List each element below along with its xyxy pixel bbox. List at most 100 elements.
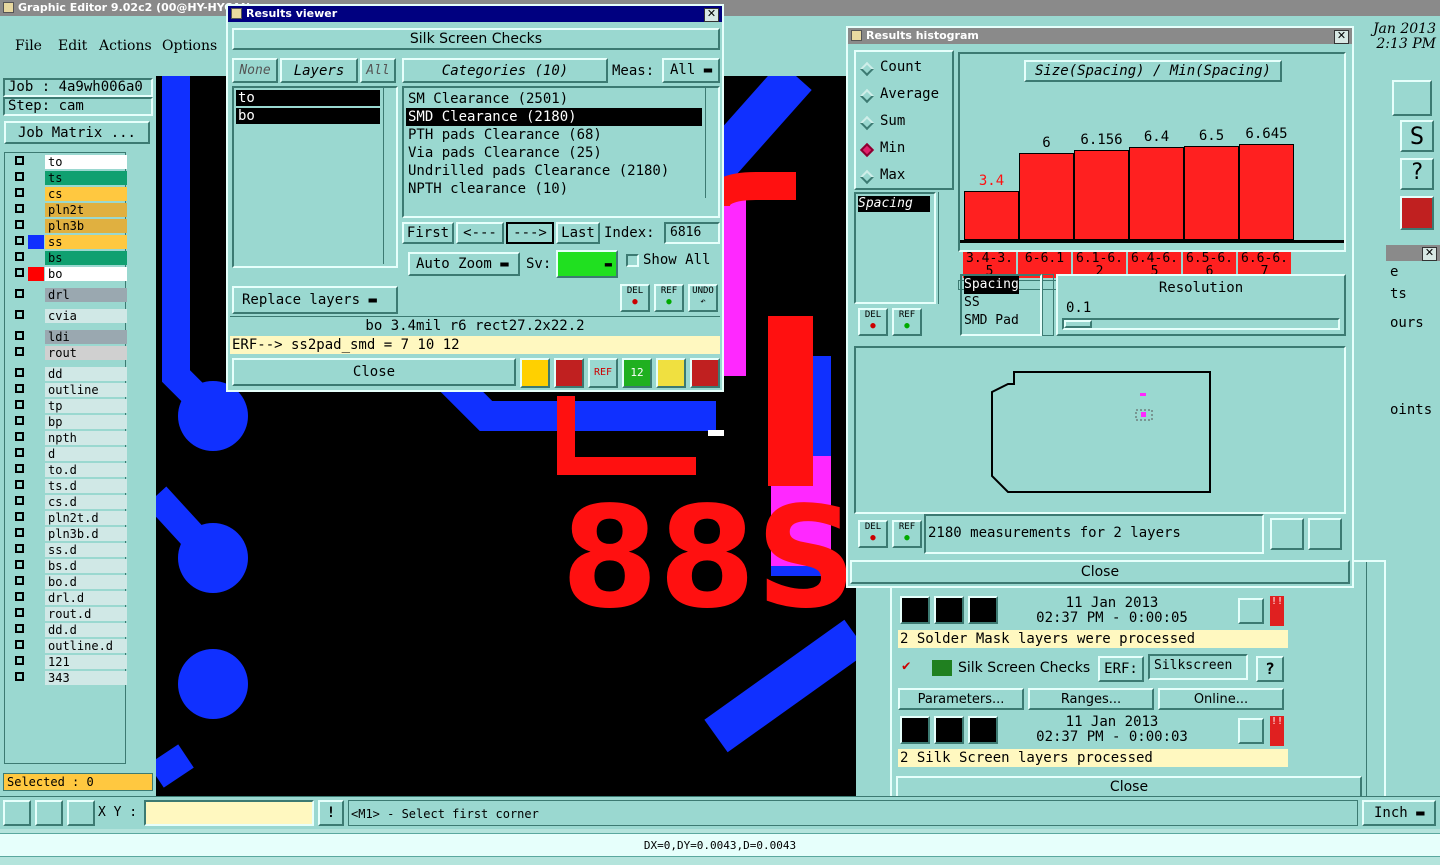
layer-name[interactable]: ss.d [45,543,127,557]
layer-color-swatch[interactable] [28,511,44,525]
mode-radio-max[interactable] [859,169,875,185]
alert-icon-2[interactable]: !! [1270,716,1284,746]
warning-icon[interactable]: ! [318,800,344,826]
traffic-icon[interactable] [1400,196,1434,230]
layer-name[interactable]: ss [45,235,127,249]
layers-button[interactable]: Layers [280,58,358,83]
layer-row-rout[interactable]: rout [12,346,130,360]
categories-scrollbar[interactable] [705,88,718,198]
replace-layers-menu[interactable]: Replace layers ▬ [232,286,398,314]
layer-name[interactable]: dd.d [45,623,127,637]
mode-radio-average[interactable] [859,88,875,104]
index-input[interactable]: 6816 [664,222,720,244]
mode-radio-min[interactable] [859,142,875,158]
layer-name[interactable]: ldi [45,330,127,344]
layer-checkbox[interactable] [15,156,24,165]
layer-checkbox[interactable] [15,592,24,601]
layer-row-pln3b-d[interactable]: pln3b.d [12,527,130,541]
meas-select[interactable]: All ▬ [662,58,720,83]
layer-color-swatch[interactable] [28,330,44,344]
run-icon-2[interactable] [934,596,964,624]
next-button[interactable]: ---> [506,222,554,244]
layer-checkbox[interactable] [15,432,24,441]
layer-color-swatch[interactable] [28,155,44,169]
layer-row-343[interactable]: 343 [12,671,130,685]
xy-input[interactable] [144,800,314,826]
layer-checkbox[interactable] [15,188,24,197]
layer-color-swatch[interactable] [28,639,44,653]
run-icon-3[interactable] [968,596,998,624]
layer-row-dd[interactable]: dd [12,367,130,381]
layer-row-bo[interactable]: bo [12,267,130,281]
layer-color-swatch[interactable] [28,671,44,685]
parameters-button[interactable]: Parameters... [898,688,1024,710]
layer-name[interactable]: 121 [45,655,127,669]
layer-row-cs-d[interactable]: cs.d [12,495,130,509]
categories-button[interactable]: Categories (10) [402,58,608,83]
layer-color-swatch[interactable] [28,288,44,302]
attr-item-ss[interactable]: SS [964,294,1040,312]
layer-color-swatch[interactable] [28,399,44,413]
layer-row-cs[interactable]: cs [12,187,130,201]
layer-name[interactable]: cvia [45,309,127,323]
layer-color-swatch[interactable] [28,267,44,281]
attr-listbox[interactable]: Spacing SS SMD Pad [960,274,1042,336]
checklist-close-button[interactable]: Close [896,776,1362,798]
layer-name[interactable]: pln3b [45,219,127,233]
close-icon-2[interactable]: ✕ [1422,247,1437,261]
histogram-bar[interactable] [1074,150,1129,240]
layer-name[interactable]: outline [45,383,127,397]
layer-color-swatch[interactable] [28,655,44,669]
layer-item-to[interactable]: to [236,90,380,106]
layer-checkbox[interactable] [15,268,24,277]
ref-off-icon[interactable]: REF [588,358,618,388]
layer-row-ts-d[interactable]: ts.d [12,479,130,493]
layer-row-drl[interactable]: drl [12,288,130,302]
layer-checkbox[interactable] [15,289,24,298]
layer-color-swatch[interactable] [28,367,44,381]
field-listbox[interactable]: Spacing [854,192,936,304]
zoom-fit-icon[interactable] [3,800,31,826]
numbers-icon[interactable]: 12 [622,358,652,388]
layer-name[interactable]: bs.d [45,559,127,573]
field-item-spacing[interactable]: Spacing [858,196,930,212]
layer-row-ts[interactable]: ts [12,171,130,185]
histogram-bar[interactable] [1184,146,1239,240]
run-icon-4[interactable] [900,716,930,744]
menu-actions[interactable]: Actions [99,38,152,54]
layer-color-swatch[interactable] [28,219,44,233]
layer-name[interactable]: 343 [45,671,127,685]
layer-color-swatch[interactable] [28,495,44,509]
category-item[interactable]: Via pads Clearance (25) [406,144,702,162]
layer-row-d[interactable]: d [12,447,130,461]
layer-row-pln3b[interactable]: pln3b [12,219,130,233]
hist-ref-button[interactable]: REF ● [892,308,922,336]
layer-color-swatch[interactable] [28,346,44,360]
layer-checkbox[interactable] [15,400,24,409]
layer-checkbox[interactable] [15,347,24,356]
menu-file[interactable]: File [15,38,42,54]
layer-checkbox[interactable] [15,384,24,393]
layer-row-cvia[interactable]: cvia [12,309,130,323]
layer-name[interactable]: pln2t [45,203,127,217]
layer-name[interactable]: drl [45,288,127,302]
layer-row-121[interactable]: 121 [12,655,130,669]
close-icon-3[interactable]: ✕ [1334,30,1349,44]
layer-row-bs[interactable]: bs [12,251,130,265]
ranges-button[interactable]: Ranges... [1028,688,1154,710]
layer-name[interactable]: pln2t.d [45,511,127,525]
layer-row-ss-d[interactable]: ss.d [12,543,130,557]
layer-row-ldi[interactable]: ldi [12,330,130,344]
ref-button[interactable]: REF ● [654,284,684,312]
layer-checkbox[interactable] [15,480,24,489]
layers-scrollbar[interactable] [383,88,396,264]
del-button[interactable]: DEL ● [620,284,650,312]
menu-edit[interactable]: Edit [58,38,87,54]
layer-row-rout-d[interactable]: rout.d [12,607,130,621]
export-left-icon[interactable] [1270,518,1304,550]
layer-checkbox[interactable] [15,544,24,553]
category-item[interactable]: PTH pads Clearance (68) [406,126,702,144]
layer-checkbox[interactable] [15,448,24,457]
zoom-area-icon[interactable] [35,800,63,826]
layer-color-swatch[interactable] [28,235,44,249]
